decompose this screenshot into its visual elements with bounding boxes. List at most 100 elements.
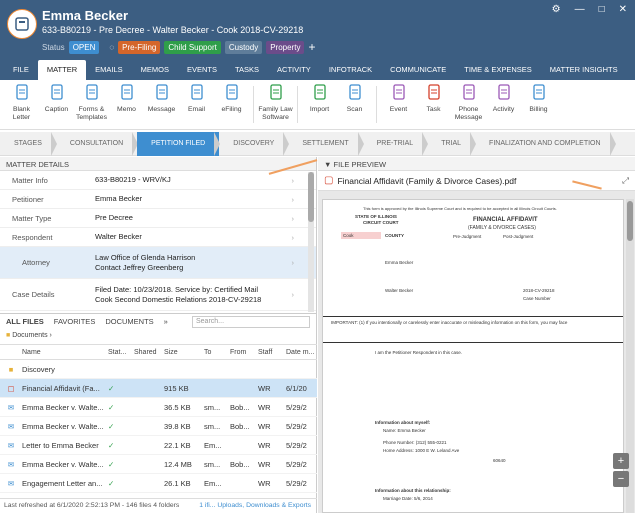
stage-finalization-and-completion[interactable]: FINALIZATION AND COMPLETION [475,131,616,156]
matter-subtitle: 633-B80219 - Pre Decree - Walter Becker … [42,25,304,35]
tab-events[interactable]: EVENTS [178,60,226,80]
stage-pre-trial[interactable]: PRE-TRIAL [363,131,428,156]
column-header[interactable]: Shared [134,349,164,356]
column-header[interactable]: Staff [258,349,286,356]
zoom-in-button[interactable]: + [613,453,629,469]
table-row[interactable]: ✉ Engagement Letter an... ✓ 26.1 KB Em... WR 5… [0,474,317,493]
column-header[interactable]: Size [164,349,204,356]
chevron-right-icon: › [291,213,295,223]
detail-row[interactable]: Attorney Law Office of Glenda Harrison Co… [0,247,316,279]
billing-button[interactable]: Billing [521,80,556,129]
forms-templates-button[interactable]: Forms & Templates [74,80,109,129]
efiling-button[interactable]: eFiling [214,80,249,129]
doc-phone: Phone Number: (312) 555-0221 [383,440,447,445]
tab-matter-insights[interactable]: MATTER INSIGHTS [541,60,627,80]
file-to: Em... [204,478,222,488]
detail-row[interactable]: Matter Type Pre Decree › [0,209,316,228]
doc-court: CIRCUIT COURT [363,220,399,225]
tab-communicate[interactable]: COMMUNICATE [381,60,455,80]
breadcrumb-documents[interactable]: Documents [12,332,47,339]
expand-icon[interactable]: » [164,317,168,326]
ribbon-label: Event [389,106,408,113]
pdf-page[interactable]: This form is approved by the Illinois Su… [322,199,624,513]
table-row[interactable]: ✉ Emma Becker v. Walte... ✓ 12.4 MB sm... Bob… [0,455,317,474]
table-row[interactable]: ▢ Financial Affidavit (Fa... ✓ 915 KB WR 6/1/… [0,379,317,398]
doc-married: Marriage Date: 5/6, 2014 [383,496,433,501]
tab-matter[interactable]: MATTER [37,60,87,80]
ribbon-label: Email [188,106,205,113]
detail-row[interactable]: Petitioner Emma Becker › [0,190,316,209]
activity-button[interactable]: Activity [486,80,521,129]
doc-county: Cook [343,233,354,238]
file-date: 6/1/20 [286,383,307,393]
stage-settlement[interactable]: SETTLEMENT [288,131,364,156]
close-icon[interactable]: ✕ [619,4,627,15]
phone-message-button[interactable]: Phone Message [451,80,486,129]
task-button[interactable]: Task [416,80,451,129]
scan-button[interactable]: Scan [337,80,372,129]
family-law-software-button[interactable]: Family Law Software [258,80,293,129]
column-header[interactable]: Name [22,349,108,356]
detail-key: Petitioner [12,194,44,204]
stage-petition-filed[interactable]: PETITION FILED [137,131,221,156]
maximize-icon[interactable]: □ [599,4,605,15]
tag-custody[interactable]: Custody [224,40,263,54]
column-header[interactable]: To [204,349,230,356]
tab-file[interactable]: FILE [4,60,38,80]
email-file-icon: ✉ [7,440,15,450]
memo-button[interactable]: Memo [109,80,144,129]
search-input[interactable]: Search... [192,316,310,328]
stage-discovery[interactable]: DISCOVERY [219,131,290,156]
event-button[interactable]: Event [381,80,416,129]
stage-consultation[interactable]: CONSULTATION [56,131,139,156]
file-to: sm... [204,459,221,469]
tab-all-files[interactable]: ALL FILES [6,317,44,326]
column-header[interactable]: Date m... [286,349,317,356]
detail-row[interactable]: Respondent Walter Becker › [0,228,316,247]
tag-icon: ◌ [109,42,115,52]
tag-property[interactable]: Property [266,40,305,54]
detail-row[interactable]: Case Details Filed Date: 10/23/2018. Serv… [0,279,316,311]
settings-gear-icon[interactable]: ⚙ [552,4,561,15]
tag-child-support[interactable]: Child Support [164,40,221,54]
caption-button[interactable]: Caption [39,80,74,129]
file-from: Bob... [230,402,250,412]
status-badge[interactable]: OPEN [68,40,100,54]
tab-time-expenses[interactable]: TIME & EXPENSES [455,60,541,80]
file-tabs: ALL FILES FAVORITES DOCUMENTS » Search..… [0,313,317,329]
main-tabs: FILE MATTER EMAILS MEMOS EVENTS TASKS ACTIVITY… [0,60,635,80]
file-name: Letter to Emma Becker [22,440,99,450]
column-header[interactable]: Stat... [108,349,134,356]
minimize-icon[interactable]: — [575,4,585,15]
email-button[interactable]: Email [179,80,214,129]
details-scrollbar[interactable] [308,172,314,312]
tab-memos[interactable]: MEMOS [132,60,178,80]
tab-infotrack[interactable]: INFOTRACK [320,60,381,80]
collapse-icon[interactable]: ▼ [324,160,331,169]
import-icon [312,84,328,106]
add-tag-button[interactable]: + [308,40,315,54]
tab-documents[interactable]: DOCUMENTS [105,317,153,326]
doc-case-number: 2018-CV-29218 [523,288,555,293]
table-row[interactable]: ✉ Emma Becker v. Walte... ✓ 36.5 KB sm... Bob… [0,398,317,417]
sync-status-icon: ✓ [108,440,115,450]
tag-pre-filing[interactable]: Pre-Filing [118,40,161,54]
blank-letter-button[interactable]: Blank Letter [4,80,39,129]
left-panel: MATTER DETAILS Matter Info 633-B80219 - W… [0,157,317,513]
table-row[interactable]: ✉ Letter to Emma Becker ✓ 22.1 KB Em... WR 5/2… [0,436,317,455]
import-button[interactable]: Import [302,80,337,129]
message-button[interactable]: Message [144,80,179,129]
table-row[interactable]: ■ Discovery [0,360,317,379]
tab-favorites[interactable]: FAVORITES [54,317,96,326]
table-row[interactable]: ✉ Emma Becker v. Walte... ✓ 39.8 KB sm... Bob… [0,417,317,436]
stage-trial[interactable]: TRIAL [427,131,476,156]
task-icon [426,84,442,106]
zoom-out-button[interactable]: − [613,471,629,487]
detail-key: Respondent [12,232,53,242]
tab-activity[interactable]: ACTIVITY [268,60,320,80]
column-header[interactable]: From [230,349,258,356]
uploads-link[interactable]: 1 ifi... Uploads, Downloads & Exports [199,502,311,509]
tab-emails[interactable]: EMAILS [86,60,132,80]
fullscreen-icon[interactable]: ⤢ [622,175,629,186]
tab-tasks[interactable]: TASKS [226,60,268,80]
